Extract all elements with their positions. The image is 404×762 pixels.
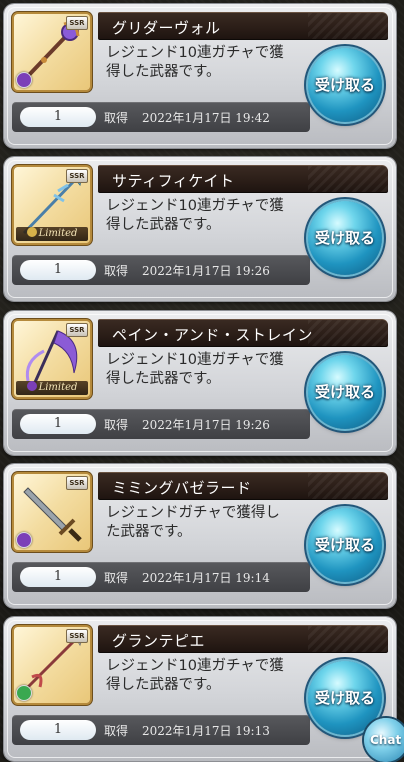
item-name: サティフィケイト <box>112 172 235 190</box>
item-title-bar: ペイン・アンド・ストレイン <box>98 319 388 347</box>
quantity: 1 <box>20 414 96 434</box>
description-line: レジェンド10連ガチャで獲 <box>106 198 284 214</box>
item-info-bar: 1 取得 2022年1月17日 19:13 <box>12 715 310 745</box>
item-info-bar: 1 取得 2022年1月17日 19:26 <box>12 255 310 285</box>
receive-button[interactable]: 受け取る <box>308 355 382 429</box>
wind-element-icon <box>16 685 32 701</box>
dark-element-icon <box>26 381 37 391</box>
gift-item-card: SSR Limited サティフィケイト レジェンド10連ガチャで獲 得した武器… <box>4 157 396 301</box>
gift-item-card: SSR グランテピエ レジェンド10連ガチャで獲 得した武器です。 1 取得 20… <box>4 617 396 761</box>
light-element-icon <box>26 227 37 237</box>
rarity-badge: SSR <box>66 16 88 30</box>
item-description: レジェンドガチャで獲得し た武器です。 <box>106 504 316 542</box>
rarity-badge: SSR <box>66 629 88 643</box>
rarity-badge: SSR <box>66 323 88 337</box>
quantity: 1 <box>20 720 96 740</box>
rarity-badge: SSR <box>66 476 88 490</box>
description-line: た武器です。 <box>106 524 192 540</box>
item-info-bar: 1 取得 2022年1月17日 19:26 <box>12 409 310 439</box>
obtained-date: 2022年1月17日 19:14 <box>142 571 270 585</box>
gift-item-card: SSR ミミングバゼラード レジェンドガチャで獲得し た武器です。 1 取得 20… <box>4 464 396 608</box>
limited-badge: Limited <box>16 381 88 395</box>
obtained-label: 取得 <box>104 264 129 278</box>
rarity-badge: SSR <box>66 169 88 183</box>
description-line: 得した武器です。 <box>106 371 221 387</box>
receive-button[interactable]: 受け取る <box>308 201 382 275</box>
obtained-info: 取得 2022年1月17日 19:13 <box>104 722 270 739</box>
obtained-date: 2022年1月17日 19:26 <box>142 418 270 432</box>
limited-label: Limited <box>38 382 78 393</box>
item-name: ミミングバゼラード <box>112 479 252 497</box>
item-name: グリダーヴォル <box>112 19 221 37</box>
weapon-thumbnail: SSR <box>14 474 90 550</box>
weapon-thumbnail: SSR Limited <box>14 167 90 243</box>
obtained-info: 取得 2022年1月17日 19:14 <box>104 569 270 586</box>
item-title-bar: グランテピエ <box>98 625 388 653</box>
quantity: 1 <box>20 260 96 280</box>
quantity: 1 <box>20 107 96 127</box>
obtained-label: 取得 <box>104 724 129 738</box>
obtained-info: 取得 2022年1月17日 19:26 <box>104 262 270 279</box>
description-line: 得した武器です。 <box>106 64 221 80</box>
description-line: レジェンドガチャで獲得し <box>106 505 280 521</box>
weapon-thumbnail: SSR Limited <box>14 321 90 397</box>
weapon-thumbnail: SSR <box>14 627 90 703</box>
description-line: レジェンド10連ガチャで獲 <box>106 352 284 368</box>
description-line: 得した武器です。 <box>106 217 221 233</box>
quantity: 1 <box>20 567 96 587</box>
obtained-info: 取得 2022年1月17日 19:42 <box>104 109 270 126</box>
obtained-info: 取得 2022年1月17日 19:26 <box>104 416 270 433</box>
gift-item-card: SSR Limited ペイン・アンド・ストレイン レジェンド10連ガチャで獲 … <box>4 311 396 455</box>
obtained-date: 2022年1月17日 19:13 <box>142 724 270 738</box>
chat-button[interactable]: Chat <box>364 718 404 762</box>
limited-label: Limited <box>38 228 78 239</box>
receive-button[interactable]: 受け取る <box>308 48 382 122</box>
item-title-bar: ミミングバゼラード <box>98 472 388 500</box>
weapon-thumbnail: SSR <box>14 14 90 90</box>
dark-element-icon <box>16 72 32 88</box>
item-name: グランテピエ <box>112 632 206 650</box>
obtained-date: 2022年1月17日 19:26 <box>142 264 270 278</box>
item-name: ペイン・アンド・ストレイン <box>112 326 313 344</box>
obtained-date: 2022年1月17日 19:42 <box>142 111 270 125</box>
item-title-bar: グリダーヴォル <box>98 12 388 40</box>
item-description: レジェンド10連ガチャで獲 得した武器です。 <box>106 351 316 389</box>
item-info-bar: 1 取得 2022年1月17日 19:42 <box>12 102 310 132</box>
item-title-bar: サティフィケイト <box>98 165 388 193</box>
gift-item-card: SSR グリダーヴォル レジェンド10連ガチャで獲 得した武器です。 1 取得 2… <box>4 4 396 148</box>
description-line: 得した武器です。 <box>106 677 221 693</box>
item-description: レジェンド10連ガチャで獲 得した武器です。 <box>106 44 316 82</box>
description-line: レジェンド10連ガチャで獲 <box>106 658 284 674</box>
obtained-label: 取得 <box>104 571 129 585</box>
receive-button[interactable]: 受け取る <box>308 508 382 582</box>
description-line: レジェンド10連ガチャで獲 <box>106 45 284 61</box>
obtained-label: 取得 <box>104 418 129 432</box>
obtained-label: 取得 <box>104 111 129 125</box>
item-info-bar: 1 取得 2022年1月17日 19:14 <box>12 562 310 592</box>
dark-element-icon <box>16 532 32 548</box>
item-description: レジェンド10連ガチャで獲 得した武器です。 <box>106 657 316 695</box>
limited-badge: Limited <box>16 227 88 241</box>
item-description: レジェンド10連ガチャで獲 得した武器です。 <box>106 197 316 235</box>
